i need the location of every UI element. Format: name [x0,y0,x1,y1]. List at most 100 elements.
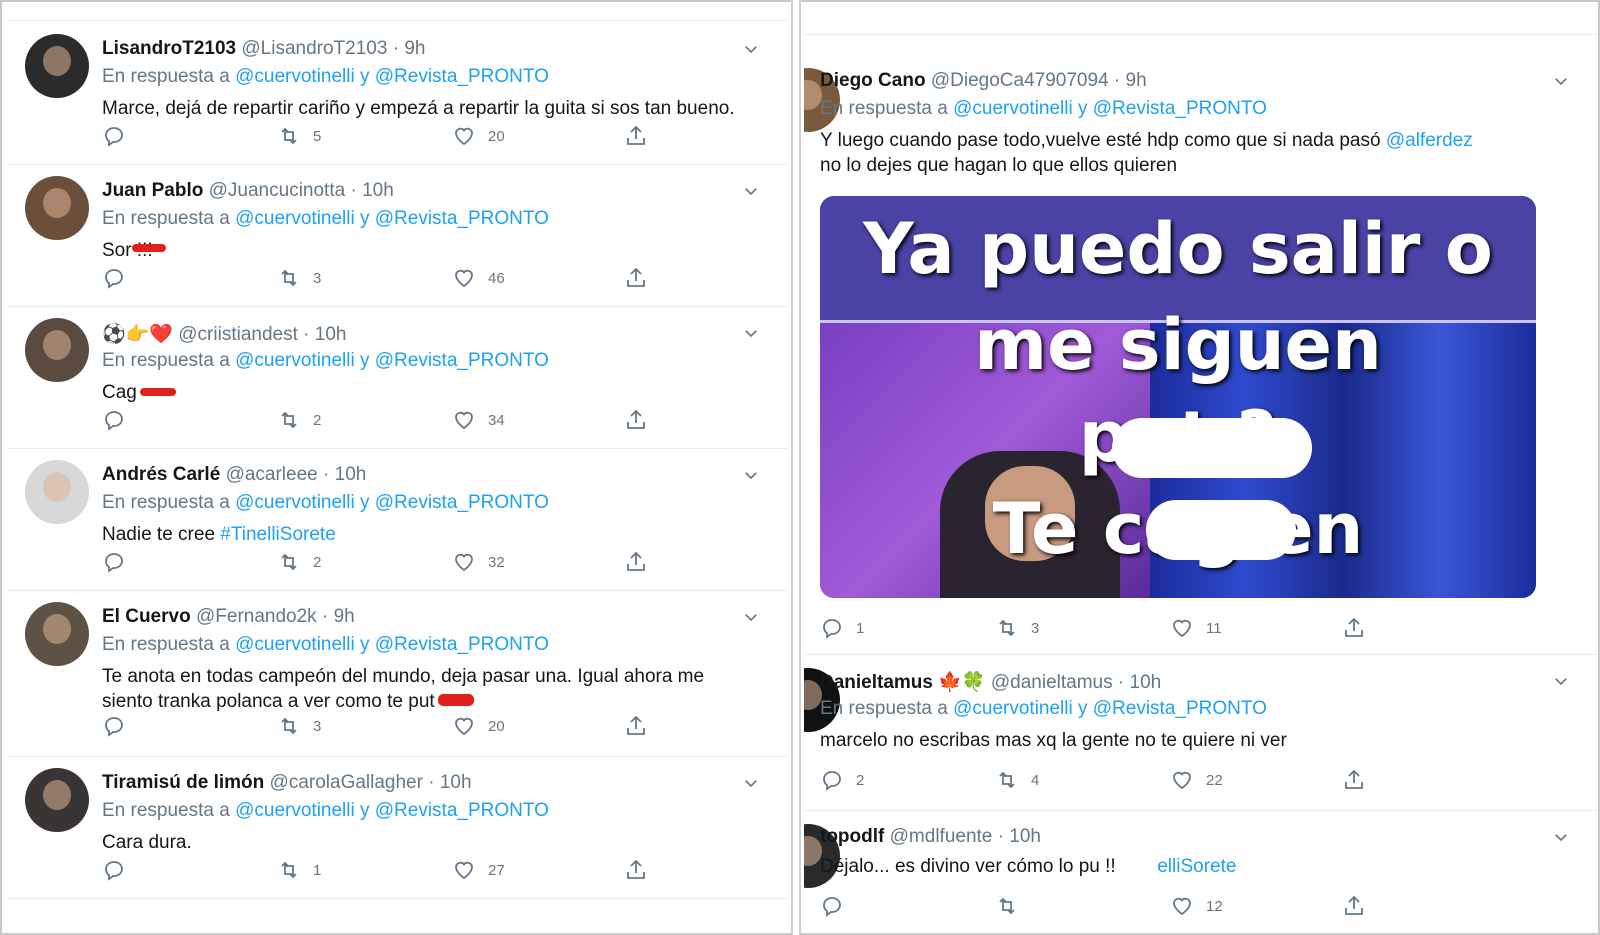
retweet-button[interactable]: 3 [277,266,321,290]
reply-to-link[interactable]: @cuervotinelli y @Revista_PRONTO [235,492,549,513]
tweet-body-line2: siento tranka polanca a ver como te put [102,691,435,712]
like-count: 34 [488,411,505,429]
like-button[interactable]: 12 [1170,894,1223,918]
like-button[interactable]: 32 [452,550,505,574]
tweet-actions: 1 27 [102,858,662,884]
reply-button[interactable] [102,408,138,432]
share-button[interactable] [624,266,660,290]
avatar[interactable] [25,34,89,98]
tweet[interactable]: ⚽👉❤️ @criistiandest · 10h En respuesta a … [8,306,788,449]
tweet-body: Te anota en todas campeón del mundo, dej… [102,666,705,687]
like-button[interactable]: 11 [1170,616,1222,640]
reply-button[interactable] [102,266,138,290]
share-button[interactable] [624,408,660,432]
reply-to-link[interactable]: @cuervotinelli y @Revista_PRONTO [235,208,549,229]
tweet-header: LisandroT2103 @LisandroT2103 · 9h [102,38,425,60]
meme-image[interactable]: Ya puedo salir ome siguenput ?Te cag en [820,196,1536,598]
reply-context: En respuesta a @cuervotinelli y @Revista… [102,492,549,514]
retweet-button[interactable]: 5 [277,124,321,148]
tweet[interactable]: Diego Cano @DiegoCa47907094 · 9h En respu… [804,54,1598,655]
tweet[interactable]: topodlf @mdlfuente · 10h Déjalo... es div… [804,810,1598,929]
hashtag-link[interactable]: #TinelliSorete [220,524,335,545]
chevron-down-icon[interactable] [742,40,760,58]
chevron-down-icon[interactable] [1552,72,1570,90]
tweet-actions: 5 20 [102,124,662,150]
share-button[interactable] [624,714,660,738]
retweet-button[interactable]: 4 [995,768,1039,792]
reply-button[interactable]: 2 [820,768,864,792]
reply-to-link[interactable]: @cuervotinelli y @Revista_PRONTO [235,350,549,371]
like-button[interactable]: 22 [1170,768,1223,792]
tweet-actions: 2 34 [102,408,662,434]
avatar[interactable] [25,176,89,240]
reply-prefix: En respuesta a [820,98,948,119]
like-button[interactable]: 20 [452,124,505,148]
reply-button[interactable] [820,894,856,918]
retweet-count: 3 [313,717,322,735]
tweet[interactable]: Tiramisú de limón @carolaGallagher · 10h… [8,756,788,899]
reply-button[interactable]: 1 [820,616,864,640]
share-button[interactable] [1342,894,1378,918]
heart-icon [1170,616,1206,640]
tweet[interactable]: El Cuervo @Fernando2k · 9h En respuesta a… [8,590,788,757]
reply-button[interactable] [102,714,138,738]
like-count: 46 [488,269,505,287]
reply-to-link[interactable]: @cuervotinelli y @Revista_PRONTO [953,698,1267,719]
avatar[interactable] [25,318,89,382]
retweet-button[interactable]: 3 [995,616,1039,640]
chevron-down-icon[interactable] [742,466,760,484]
like-button[interactable]: 27 [452,858,505,882]
retweet-count: 3 [1031,619,1040,637]
avatar-face [43,46,71,76]
chevron-down-icon[interactable] [742,324,760,342]
retweet-button[interactable] [995,894,1031,918]
author-handle: @criistiandest [178,324,298,345]
retweet-icon [277,714,313,738]
retweet-button[interactable]: 3 [277,714,321,738]
avatar[interactable] [25,460,89,524]
reply-to-link[interactable]: @cuervotinelli y @Revista_PRONTO [235,66,549,87]
author-handle: @Juancucinotta [208,180,346,201]
share-icon [624,408,660,432]
like-count: 27 [488,861,505,879]
reply-to-link[interactable]: @cuervotinelli y @Revista_PRONTO [235,634,549,655]
like-button[interactable]: 34 [452,408,505,432]
tweet[interactable]: Juan Pablo @Juancucinotta · 10h En respue… [8,164,788,307]
avatar-face [43,780,71,810]
reply-button[interactable] [102,550,138,574]
share-button[interactable] [1342,616,1378,640]
tweet[interactable]: Andrés Carlé @acarleee · 10h En respuesta… [8,448,788,591]
tweet-header: El Cuervo @Fernando2k · 9h [102,606,355,628]
chevron-down-icon[interactable] [1552,828,1570,846]
tweet[interactable]: LisandroT2103 @LisandroT2103 · 9h En resp… [8,22,788,165]
chevron-down-icon[interactable] [1552,672,1570,690]
avatar[interactable] [25,602,89,666]
reply-icon [102,858,138,882]
chevron-down-icon[interactable] [742,182,760,200]
retweet-button[interactable]: 2 [277,550,321,574]
share-button[interactable] [624,858,660,882]
mention-link[interactable]: @alferdez [1386,130,1473,151]
author-name: Juan Pablo [102,180,204,201]
reply-to-link[interactable]: @cuervotinelli y @Revista_PRONTO [235,800,549,821]
retweet-button[interactable]: 2 [277,408,321,432]
reply-icon [102,124,138,148]
reply-button[interactable] [102,124,138,148]
censor-mark [1118,854,1158,876]
tweet[interactable]: Danieltamus 🍁🍀 @danieltamus · 10h En resp… [804,654,1598,811]
tweet-body: Déjalo... es divino ver cómo lo pu !! [820,856,1121,877]
like-button[interactable]: 20 [452,714,505,738]
avatar[interactable] [25,768,89,832]
reply-button[interactable] [102,858,138,882]
share-button[interactable] [624,550,660,574]
retweet-button[interactable]: 1 [277,858,321,882]
tweet-text: Déjalo... es divino ver cómo lo pu !! #T… [820,854,1578,879]
like-button[interactable]: 46 [452,266,505,290]
reply-to-link[interactable]: @cuervotinelli y @Revista_PRONTO [953,98,1267,119]
chevron-down-icon[interactable] [742,774,760,792]
share-button[interactable] [624,124,660,148]
chevron-down-icon[interactable] [742,608,760,626]
share-button[interactable] [1342,768,1378,792]
author-name: Andrés Carlé [102,464,221,485]
timestamp: · 10h [1117,672,1162,693]
